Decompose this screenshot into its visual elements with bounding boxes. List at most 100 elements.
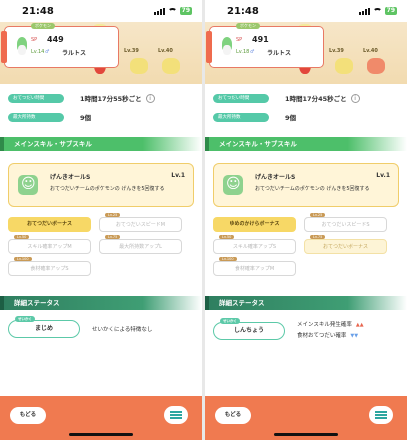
subskill-item[interactable]: Lv.25 おてつだいスピードM — [99, 213, 182, 234]
nature-name: まじめ — [34, 325, 53, 332]
main-skill-card[interactable]: げんきオールS Lv.1 おてつだいチームのポケモンの げんきを5回復する — [213, 163, 399, 207]
subskill-chip[interactable]: スキル確率アップS — [213, 239, 296, 254]
detail-status-header: 詳細ステータス — [0, 296, 202, 310]
main-skill-name: げんきオールS — [50, 174, 91, 181]
subskill-item[interactable]: Lv.100 食材確率アップS — [8, 257, 91, 278]
cellular-signal-icon — [358, 7, 370, 15]
subskill-item[interactable]: Lv.50 スキル確率アップM — [8, 235, 91, 256]
help-time-value: 1時間17分45秒ごと — [285, 95, 347, 103]
sp-value: 491 — [252, 35, 269, 44]
selected-pokemon-card[interactable]: ポケモン SP 449 Lv.14 ♂ ラルトス — [1, 23, 119, 68]
subskill-chip[interactable]: ゆめのかけらボーナス — [213, 217, 296, 232]
wifi-icon — [372, 7, 382, 15]
pokemon-banner: Lv.39 Lv.40 ポケモン SP 449 Lv.14 ♂ ラルトス — [0, 22, 202, 84]
male-icon: ♂ — [45, 49, 50, 55]
pokemon-level: Lv.40 — [158, 48, 173, 54]
home-indicator[interactable] — [69, 433, 133, 436]
nature-row: せいかく しんちょう メインスキル発生確率 ▲▲ 食材おてつだい確率 ▼▼ — [213, 318, 399, 342]
cellular-signal-icon — [153, 7, 165, 15]
subskill-item[interactable]: Lv.75 最大所持数アップL — [99, 235, 182, 256]
back-button[interactable]: もどる — [10, 407, 46, 424]
main-skill-card[interactable]: げんきオールS Lv.1 おてつだいチームのポケモンの げんきを5回復する — [8, 163, 194, 207]
subskill-item[interactable]: おてつだいボーナス — [8, 217, 91, 234]
menu-button[interactable] — [369, 406, 393, 424]
pokemon-tag: ポケモン — [31, 23, 55, 29]
help-time-row: おてつだい時間 1時間17分55秒ごと i — [8, 93, 194, 103]
energy-skill-icon — [18, 175, 38, 195]
help-time-label: おてつだい時間 — [8, 93, 64, 103]
subskill-item[interactable]: Lv.100 食材確率アップM — [213, 257, 296, 278]
main-skill-level: Lv.1 — [376, 172, 390, 179]
info-icon[interactable]: i — [145, 93, 155, 103]
subskill-chip[interactable]: おてつだいスピードM — [99, 217, 182, 232]
pokemon-tag: ポケモン — [236, 23, 260, 29]
skills-section-header: メインスキル・サブスキル — [0, 137, 202, 151]
subskill-chip[interactable]: 食材確率アップS — [8, 261, 91, 276]
main-skill-description: おてつだいチームのポケモンの げんきを5回復する — [50, 186, 165, 192]
status-bar: 21:48 79 — [205, 0, 407, 22]
subskill-item[interactable]: Lv.25 おてつだいスピードS — [304, 213, 387, 234]
subskill-level-tag: Lv.50 — [14, 235, 30, 239]
subskill-level-tag: Lv.75 — [310, 235, 326, 239]
status-bar: 21:48 79 — [0, 0, 202, 22]
subskill-chip[interactable]: 最大所持数アップL — [99, 239, 182, 254]
menu-button[interactable] — [164, 406, 188, 424]
hamburger-menu-icon — [170, 411, 182, 419]
subskill-level-tag: Lv.50 — [219, 235, 235, 239]
nature-effect: せいかくによる特徴なし — [92, 327, 153, 333]
subskill-chip[interactable]: おてつだいボーナス — [8, 217, 91, 232]
nature-effect-label: メインスキル発生確率 — [297, 322, 352, 328]
subskill-level-tag: Lv.100 — [219, 257, 237, 261]
sp-label: SP — [236, 37, 243, 43]
help-time-row: おてつだい時間 1時間17分45秒ごと i — [213, 93, 399, 103]
subskill-grid: おてつだいボーナス Lv.25 おてつだいスピードM Lv.50 スキル確率アッ… — [8, 213, 194, 278]
subskill-level-tag: Lv.100 — [14, 257, 32, 261]
battery-icon: 79 — [384, 7, 397, 15]
ralts-sprite — [222, 37, 232, 55]
bottom-bar: もどる — [205, 396, 407, 440]
pokemon-level: Lv.14 — [31, 49, 45, 55]
subskill-chip[interactable]: おてつだいスピードS — [304, 217, 387, 232]
nature-effect-up: メインスキル発生確率 ▲▲ — [297, 320, 364, 331]
nature-effect-down: 食材おてつだい確率 ▼▼ — [297, 331, 364, 342]
nature-row: せいかく まじめ せいかくによる特徴なし — [8, 316, 194, 338]
pokemon-level: Lv.40 — [363, 48, 378, 54]
status-time: 21:48 — [22, 5, 54, 17]
background-pokemon — [367, 58, 385, 74]
nature-button[interactable]: せいかく まじめ — [8, 316, 80, 338]
pokemon-name: ラルトス — [267, 50, 292, 57]
background-pokemon — [162, 58, 180, 74]
pokemon-level: Lv.39 — [329, 48, 344, 54]
main-skill-level: Lv.1 — [171, 172, 185, 179]
subskill-level-tag: Lv.25 — [105, 213, 121, 217]
info-icon[interactable]: i — [350, 93, 360, 103]
subskill-item[interactable]: Lv.50 スキル確率アップS — [213, 235, 296, 256]
subskill-item[interactable]: Lv.75 おてつだいボーナス — [304, 235, 387, 256]
battery-icon: 79 — [179, 7, 192, 15]
pokemon-banner: Lv.39 Lv.40 ポケモン SP 491 Lv.18 ♂ ラルトス — [205, 22, 407, 84]
main-skill-name: げんきオールS — [255, 174, 296, 181]
ralts-sprite — [17, 37, 27, 55]
home-indicator[interactable] — [274, 433, 338, 436]
back-button[interactable]: もどる — [215, 407, 251, 424]
background-pokemon — [130, 58, 148, 74]
carry-label: 最大所持数 — [8, 112, 64, 122]
subskill-chip[interactable]: スキル確率アップM — [8, 239, 91, 254]
up-arrows-icon: ▲▲ — [355, 322, 364, 328]
screen-left: 21:48 79 Lv.39 Lv.40 ポケモン SP 449 Lv.14 ♂ — [0, 0, 202, 440]
nature-effects: メインスキル発生確率 ▲▲ 食材おてつだい確率 ▼▼ — [297, 320, 364, 342]
nature-button[interactable]: せいかく しんちょう — [213, 318, 285, 340]
selected-pokemon-card[interactable]: ポケモン SP 491 Lv.18 ♂ ラルトス — [206, 23, 324, 68]
subskill-chip[interactable]: おてつだいボーナス — [304, 239, 387, 254]
subskill-level-tag: Lv.25 — [310, 213, 326, 217]
nature-tag: せいかく — [220, 318, 240, 324]
subskill-chip[interactable]: 食材確率アップM — [213, 261, 296, 276]
subskill-item[interactable]: ゆめのかけらボーナス — [213, 217, 296, 234]
male-icon: ♂ — [250, 49, 255, 55]
main-skill-description: おてつだいチームのポケモンの げんきを5回復する — [255, 186, 370, 192]
skills-section-header: メインスキル・サブスキル — [205, 137, 407, 151]
help-time-label: おてつだい時間 — [213, 93, 269, 103]
pokemon-name: ラルトス — [62, 50, 87, 57]
subskill-grid: ゆめのかけらボーナス Lv.25 おてつだいスピードS Lv.50 スキル確率ア… — [213, 213, 399, 278]
carry-row: 最大所持数 9個 — [8, 112, 194, 122]
